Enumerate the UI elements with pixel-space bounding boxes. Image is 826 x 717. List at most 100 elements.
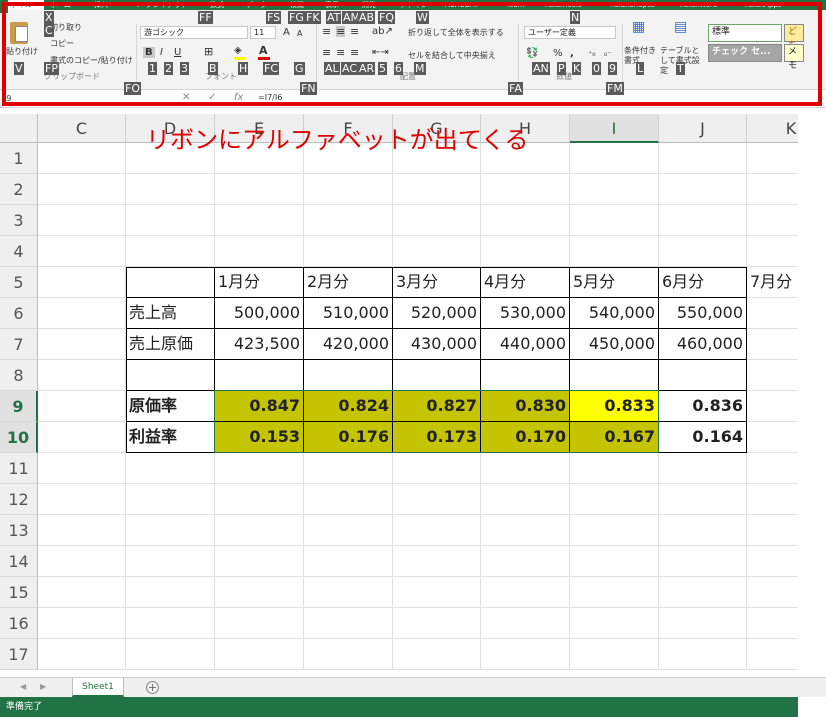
increase-decimal-icon[interactable]: ⁺₀ xyxy=(588,48,595,59)
add-sheet-button[interactable]: + xyxy=(146,681,159,694)
row-header-13[interactable]: 13 xyxy=(0,515,38,546)
tab-developer[interactable]: 開発 xyxy=(362,0,376,10)
sales-label-cell[interactable]: 売上高 xyxy=(126,298,214,328)
align-center-icon[interactable]: ≡ xyxy=(336,47,345,58)
fill-color-icon[interactable]: ◈ xyxy=(234,45,242,56)
italic-button[interactable]: I xyxy=(160,47,163,58)
font-color-icon[interactable]: A xyxy=(259,45,268,56)
tab-insert[interactable]: 挿入 xyxy=(94,0,108,10)
tab-relaxword[interactable]: RelaxWord xyxy=(680,0,717,10)
tab-page-layout[interactable]: ページレイアウト xyxy=(132,0,188,10)
copy-button[interactable]: コピー xyxy=(50,38,74,49)
tab-team[interactable]: Team xyxy=(506,0,525,10)
tab-acrobat[interactable]: ACROBAT xyxy=(445,0,478,10)
format-as-table-icon[interactable]: ▤ xyxy=(674,20,687,34)
cost-value-cell[interactable]: 440,000 xyxy=(481,329,569,359)
month-header-cell[interactable]: 1月分 xyxy=(215,267,303,297)
sales-value-cell[interactable]: 510,000 xyxy=(304,298,392,328)
next-sheet-icon[interactable]: ▶ xyxy=(40,682,46,691)
tab-relaxshapes[interactable]: RelaxShapes xyxy=(610,0,655,10)
formula-input[interactable]: =I7/I6 xyxy=(258,93,282,102)
align-middle-icon[interactable]: ≡ xyxy=(336,26,346,37)
month-header-cell[interactable]: 2月分 xyxy=(304,267,392,297)
tab-relaxapps[interactable]: RelaxApps xyxy=(745,0,782,10)
indent-icon[interactable]: ⇤⇥ xyxy=(372,47,389,58)
row-header-16[interactable]: 16 xyxy=(0,608,38,639)
profit-rate-value-cell[interactable]: 0 xyxy=(747,422,798,452)
row-header-15[interactable]: 15 xyxy=(0,577,38,608)
row-header-3[interactable]: 3 xyxy=(0,205,38,236)
style-check-cell[interactable]: チェック セ... xyxy=(708,44,782,62)
style-normal[interactable]: 標準 xyxy=(708,24,782,42)
comma-button[interactable]: , xyxy=(570,48,574,59)
row-header-9[interactable]: 9 xyxy=(0,391,38,422)
worksheet-grid[interactable]: C D E F G H I J K 1 2 3 4 5 6 7 8 9 10 11 12 13 14 15 16 17 1月分 2月分… xyxy=(0,114,798,670)
select-all-corner[interactable] xyxy=(0,114,38,143)
align-bottom-icon[interactable]: ≡ xyxy=(350,26,359,37)
tab-addins[interactable]: アドイン xyxy=(400,0,428,10)
month-header-cell[interactable]: 6月分 xyxy=(659,267,746,297)
profit-rate-label-cell[interactable]: 利益率 xyxy=(126,422,214,452)
row-header-4[interactable]: 4 xyxy=(0,236,38,267)
sales-value-cell[interactable]: 550,000 xyxy=(659,298,746,328)
sales-value-cell[interactable]: 530,000 xyxy=(481,298,569,328)
column-header-i[interactable]: I xyxy=(570,114,659,143)
column-header-j[interactable]: J xyxy=(659,114,747,143)
orientation-icon[interactable]: ab↗ xyxy=(372,26,393,37)
tab-review[interactable]: 校閲 xyxy=(290,0,304,10)
column-header-c[interactable]: C xyxy=(38,114,126,143)
insert-function-icon[interactable]: fx xyxy=(234,92,243,103)
row-header-7[interactable]: 7 xyxy=(0,329,38,360)
tab-relaxtools[interactable]: RelaxTools xyxy=(545,0,581,10)
tab-view[interactable]: 表示 xyxy=(325,0,339,10)
row-header-1[interactable]: 1 xyxy=(0,143,38,174)
currency-icon[interactable]: 💱 xyxy=(526,48,538,59)
tab-data[interactable]: データ xyxy=(246,0,267,10)
row-header-5[interactable]: 5 xyxy=(0,267,38,298)
row-header-12[interactable]: 12 xyxy=(0,484,38,515)
number-format-dropdown[interactable]: ユーザー定義 xyxy=(524,26,616,39)
conditional-format-icon[interactable]: ▦ xyxy=(632,20,645,34)
month-header-cell[interactable]: 4月分 xyxy=(481,267,569,297)
row-header-2[interactable]: 2 xyxy=(0,174,38,205)
cost-value-cell[interactable]: 450,000 xyxy=(570,329,658,359)
sales-value-cell[interactable]: 500,000 xyxy=(215,298,303,328)
paste-button[interactable]: 貼り付け xyxy=(6,46,38,57)
month-header-cell[interactable]: 3月分 xyxy=(393,267,480,297)
wrap-text-button[interactable]: 折り返して全体を表示する xyxy=(408,27,504,38)
align-top-icon[interactable]: ≡ xyxy=(322,26,331,37)
shrink-font-button[interactable]: A xyxy=(297,28,302,39)
sales-value-cell[interactable]: 560 xyxy=(747,298,798,328)
row-header-11[interactable]: 11 xyxy=(0,453,38,484)
column-header-k[interactable]: K xyxy=(747,114,798,143)
underline-button[interactable]: U xyxy=(174,47,181,58)
border-icon[interactable]: ⊞ xyxy=(204,46,213,57)
style-note[interactable]: メモ xyxy=(784,44,804,71)
grow-font-button[interactable]: A xyxy=(283,27,290,38)
tab-formulas[interactable]: 数式 xyxy=(210,0,224,10)
cancel-icon[interactable]: ✕ xyxy=(182,92,190,103)
style-neutral[interactable]: どちら xyxy=(784,24,804,65)
format-painter-button[interactable]: 書式のコピー/貼り付け xyxy=(50,55,133,66)
cost-value-cell[interactable]: 430,000 xyxy=(393,329,480,359)
cost-value-cell[interactable]: 420,000 xyxy=(304,329,392,359)
row-header-17[interactable]: 17 xyxy=(0,639,38,670)
profit-rate-value-cell[interactable]: 0.164 xyxy=(659,422,746,452)
paste-icon[interactable] xyxy=(10,22,28,44)
cost-label-cell[interactable]: 売上原価 xyxy=(126,329,214,359)
sheet-tab-sheet1[interactable]: Sheet1 xyxy=(72,678,124,697)
row-header-8[interactable]: 8 xyxy=(0,360,38,391)
month-header-cell[interactable]: 7月分 xyxy=(747,267,798,297)
decrease-decimal-icon[interactable]: ₀⁻ xyxy=(604,48,611,59)
cost-rate-value-cell[interactable]: 0.836 xyxy=(659,391,746,421)
sales-value-cell[interactable]: 520,000 xyxy=(393,298,480,328)
row-header-14[interactable]: 14 xyxy=(0,546,38,577)
align-left-icon[interactable]: ≡ xyxy=(322,47,331,58)
font-size-dropdown[interactable]: 11 xyxy=(250,26,276,39)
cost-value-cell[interactable]: 460,000 xyxy=(659,329,746,359)
cut-button[interactable]: 切り取り xyxy=(50,22,82,33)
tab-home[interactable]: ホーム xyxy=(50,0,71,10)
bold-button[interactable]: B xyxy=(143,47,155,58)
font-name-dropdown[interactable]: 游ゴシック xyxy=(140,26,248,39)
enter-icon[interactable]: ✓ xyxy=(208,92,216,103)
